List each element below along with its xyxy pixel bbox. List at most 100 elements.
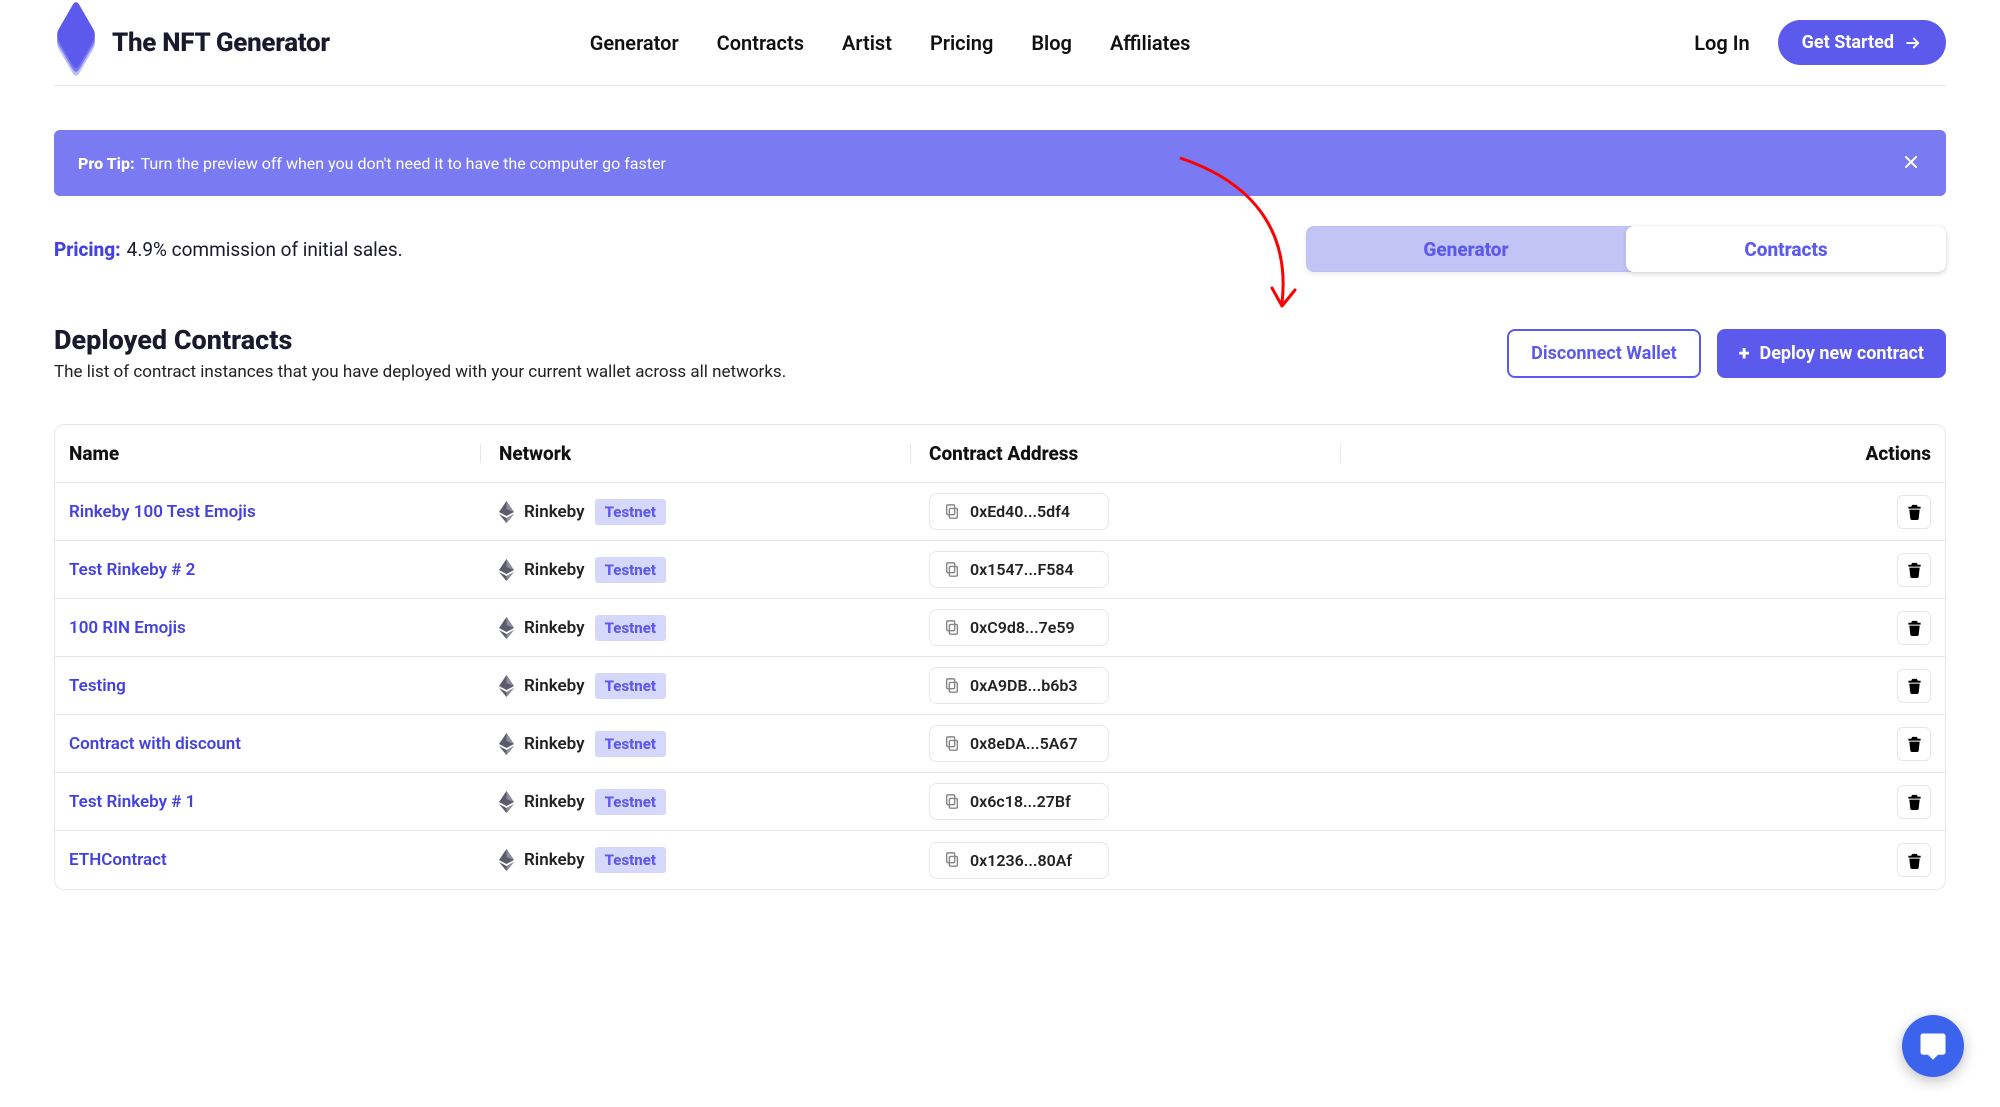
network-name: Rinkeby: [524, 792, 585, 812]
copy-address-button[interactable]: 0x1236...80Af: [929, 842, 1109, 879]
table-row: Test Rinkeby # 2 Rinkeby Testnet 0x1547.…: [55, 541, 1945, 599]
pro-tip-label: Pro Tip:: [78, 154, 135, 173]
copy-address-button[interactable]: 0xC9d8...7e59: [929, 609, 1109, 646]
contract-name-link[interactable]: Test Rinkeby # 2: [69, 560, 195, 580]
contract-name-link[interactable]: Testing: [69, 676, 126, 696]
logo-icon: [54, 21, 98, 65]
close-icon: [1904, 155, 1918, 169]
network-name: Rinkeby: [524, 676, 585, 696]
th-actions: Actions: [1359, 442, 1931, 465]
copy-icon: [944, 504, 960, 520]
navbar: The NFT Generator Generator Contracts Ar…: [54, 0, 1946, 86]
pro-tip-banner: Pro Tip: Turn the preview off when you do…: [54, 130, 1946, 196]
nav-link-blog[interactable]: Blog: [1031, 31, 1072, 55]
copy-address-button[interactable]: 0xEd40...5df4: [929, 493, 1109, 530]
arrow-right-icon: [1904, 34, 1922, 52]
th-network: Network: [499, 442, 929, 465]
copy-address-button[interactable]: 0x8eDA...5A67: [929, 725, 1109, 762]
table-row: 100 RIN Emojis Rinkeby Testnet 0xC9d8...…: [55, 599, 1945, 657]
contract-name-link[interactable]: ETHContract: [69, 850, 167, 870]
th-address: Contract Address: [929, 442, 1359, 465]
nav-link-pricing[interactable]: Pricing: [930, 31, 993, 55]
contract-name-link[interactable]: Test Rinkeby # 1: [69, 792, 195, 812]
contract-address: 0xEd40...5df4: [970, 502, 1070, 521]
trash-icon: [1906, 852, 1923, 869]
ethereum-icon: [499, 849, 514, 871]
delete-contract-button[interactable]: [1897, 669, 1931, 703]
nav-links: Generator Contracts Artist Pricing Blog …: [590, 31, 1191, 55]
nav-link-generator[interactable]: Generator: [590, 31, 679, 55]
trash-icon: [1906, 561, 1923, 578]
table-header: Name Network Contract Address Actions: [55, 425, 1945, 483]
copy-icon: [944, 736, 960, 752]
network-name: Rinkeby: [524, 560, 585, 580]
ethereum-icon: [499, 501, 514, 523]
trash-icon: [1906, 677, 1923, 694]
pricing-text: Pricing:4.9% commission of initial sales…: [54, 238, 403, 261]
deploy-new-contract-button[interactable]: + Deploy new contract: [1717, 329, 1946, 378]
contract-name-link[interactable]: 100 RIN Emojis: [69, 618, 186, 638]
delete-contract-button[interactable]: [1897, 785, 1931, 819]
trash-icon: [1906, 619, 1923, 636]
copy-icon: [944, 562, 960, 578]
nav-link-affiliates[interactable]: Affiliates: [1110, 31, 1191, 55]
get-started-button[interactable]: Get Started: [1778, 20, 1946, 65]
brand-name: The NFT Generator: [112, 28, 330, 58]
contract-address: 0xA9DB...b6b3: [970, 676, 1078, 695]
copy-address-button[interactable]: 0x6c18...27Bf: [929, 783, 1109, 820]
delete-contract-button[interactable]: [1897, 553, 1931, 587]
close-tip-button[interactable]: [1900, 148, 1922, 178]
delete-contract-button[interactable]: [1897, 611, 1931, 645]
toggle-contracts[interactable]: Contracts: [1626, 226, 1946, 272]
toggle-generator[interactable]: Generator: [1306, 226, 1626, 272]
ethereum-icon: [499, 559, 514, 581]
contracts-table: Name Network Contract Address Actions Ri…: [54, 424, 1946, 890]
contract-name-link[interactable]: Rinkeby 100 Test Emojis: [69, 502, 256, 522]
disconnect-wallet-button[interactable]: Disconnect Wallet: [1507, 329, 1701, 378]
table-row: ETHContract Rinkeby Testnet 0x1236...80A…: [55, 831, 1945, 889]
network-badge: Testnet: [595, 499, 666, 525]
nav-link-contracts[interactable]: Contracts: [717, 31, 804, 55]
copy-address-button[interactable]: 0xA9DB...b6b3: [929, 667, 1109, 704]
network-name: Rinkeby: [524, 502, 585, 522]
contract-name-link[interactable]: Contract with discount: [69, 734, 241, 754]
nav-link-artist[interactable]: Artist: [842, 31, 892, 55]
trash-icon: [1906, 503, 1923, 520]
table-row: Rinkeby 100 Test Emojis Rinkeby Testnet …: [55, 483, 1945, 541]
network-badge: Testnet: [595, 789, 666, 815]
table-row: Test Rinkeby # 1 Rinkeby Testnet 0x6c18.…: [55, 773, 1945, 831]
view-toggle: Generator Contracts: [1306, 226, 1946, 272]
brand[interactable]: The NFT Generator: [54, 21, 330, 65]
deploy-new-contract-label: Deploy new contract: [1760, 343, 1925, 364]
copy-icon: [944, 794, 960, 810]
network-name: Rinkeby: [524, 734, 585, 754]
ethereum-icon: [499, 617, 514, 639]
delete-contract-button[interactable]: [1897, 843, 1931, 877]
get-started-label: Get Started: [1802, 32, 1894, 53]
login-link[interactable]: Log In: [1694, 31, 1749, 55]
contract-address: 0x1236...80Af: [970, 851, 1072, 870]
network-badge: Testnet: [595, 847, 666, 873]
copy-icon: [944, 620, 960, 636]
pricing-value: 4.9% commission of initial sales.: [127, 238, 403, 261]
contract-address: 0xC9d8...7e59: [970, 618, 1075, 637]
trash-icon: [1906, 793, 1923, 810]
copy-address-button[interactable]: 0x1547...F584: [929, 551, 1109, 588]
delete-contract-button[interactable]: [1897, 727, 1931, 761]
section-header: Deployed Contracts The list of contract …: [54, 324, 1946, 382]
plus-icon: +: [1739, 343, 1750, 363]
contract-address: 0x1547...F584: [970, 560, 1074, 579]
table-row: Testing Rinkeby Testnet 0xA9DB...b6b3: [55, 657, 1945, 715]
network-badge: Testnet: [595, 557, 666, 583]
network-badge: Testnet: [595, 673, 666, 699]
copy-icon: [944, 852, 960, 868]
contract-address: 0x8eDA...5A67: [970, 734, 1078, 753]
network-name: Rinkeby: [524, 850, 585, 870]
pro-tip-text: Turn the preview off when you don't need…: [141, 154, 666, 173]
delete-contract-button[interactable]: [1897, 495, 1931, 529]
chat-widget-button[interactable]: [1902, 1015, 1964, 1077]
ethereum-icon: [499, 791, 514, 813]
table-row: Contract with discount Rinkeby Testnet 0…: [55, 715, 1945, 773]
pricing-toggle-row: Pricing:4.9% commission of initial sales…: [54, 226, 1946, 272]
contract-address: 0x6c18...27Bf: [970, 792, 1071, 811]
